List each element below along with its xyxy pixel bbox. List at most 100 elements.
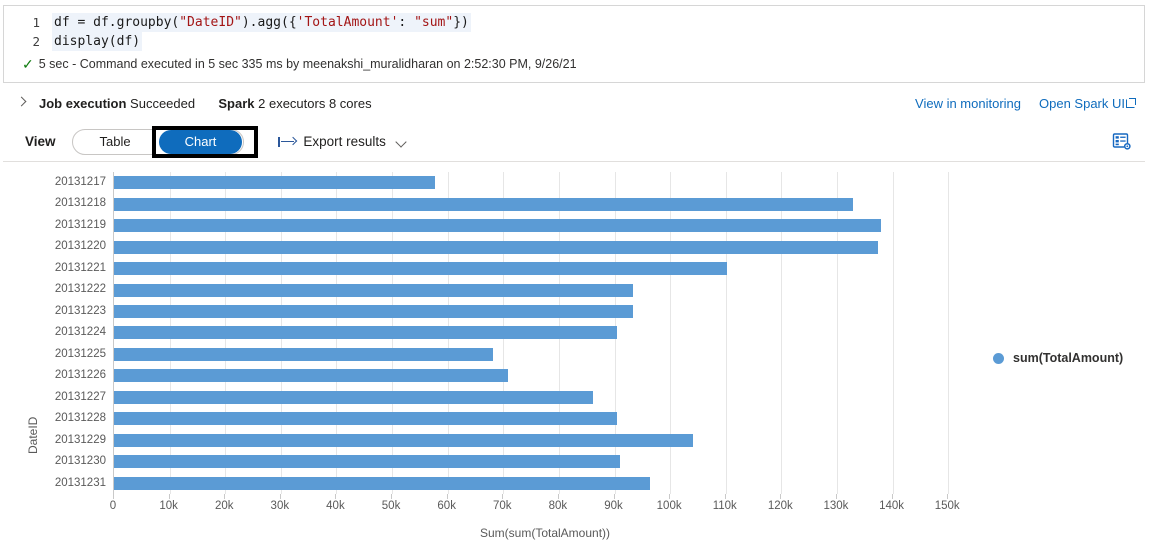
code-line: 2 display(df)	[4, 32, 1144, 51]
code-line-text: display(df)	[52, 32, 143, 51]
bar-row[interactable]	[114, 408, 976, 429]
job-bar-links: View in monitoring Open Spark UI	[915, 96, 1136, 111]
plot-area	[113, 172, 975, 494]
bar[interactable]	[114, 412, 617, 426]
chart-legend: sum(TotalAmount)	[993, 351, 1123, 365]
x-axis-tick-mark	[557, 494, 559, 499]
export-results-label: Export results	[303, 134, 386, 149]
legend-label: sum(TotalAmount)	[1013, 351, 1124, 365]
x-axis-tick-mark	[613, 494, 615, 499]
bar[interactable]	[114, 347, 494, 361]
y-axis-tick-label: 20131223	[54, 304, 106, 317]
bar-row[interactable]	[114, 344, 976, 365]
view-in-monitoring-link[interactable]: View in monitoring	[915, 96, 1021, 111]
x-axis-tick-mark	[780, 494, 782, 499]
x-axis-tick-label: 20k	[214, 500, 234, 512]
tab-chart[interactable]: Chart	[158, 129, 243, 154]
bar[interactable]	[114, 369, 508, 383]
bar[interactable]	[114, 326, 617, 340]
y-axis-tick-label: 20131217	[54, 176, 106, 188]
bar-row[interactable]	[114, 451, 976, 472]
bar-row[interactable]	[114, 473, 976, 494]
bar-row[interactable]	[114, 301, 976, 322]
bar[interactable]	[114, 305, 634, 319]
bar-row[interactable]	[114, 258, 976, 279]
view-label: View	[25, 134, 56, 149]
x-axis-tick-label: 140k	[879, 500, 905, 512]
bar-row[interactable]	[114, 387, 976, 408]
x-axis-tick-label: 30k	[270, 500, 290, 512]
chart-container: DateID 20131217 20131218 20131219 20131220 2…	[0, 164, 1151, 555]
arrow-head	[289, 136, 298, 146]
x-axis-tick-mark	[724, 494, 726, 499]
x-axis-tick-mark	[113, 494, 114, 499]
bar-row[interactable]	[114, 279, 976, 300]
bar[interactable]	[114, 283, 634, 297]
chart-settings-icon[interactable]	[1111, 131, 1133, 153]
y-axis-tick-label: 20131218	[54, 197, 106, 210]
x-axis-tick-mark	[224, 494, 226, 499]
x-axis-tick-mark	[168, 494, 170, 499]
bar-row[interactable]	[114, 193, 976, 214]
x-axis-tick-label: 90k	[604, 500, 623, 512]
chevron-down-icon[interactable]	[396, 136, 408, 148]
results-toolbar: View Table Chart Export results	[3, 122, 1145, 162]
code-token-string: "DateID"	[179, 15, 242, 30]
bar[interactable]	[114, 476, 651, 490]
bar-row[interactable]	[114, 430, 976, 451]
x-axis-tick-label: 130k	[823, 500, 849, 512]
job-execution-bar: Job execution Succeeded Spark 2 executor…	[3, 88, 1145, 118]
bar[interactable]	[114, 390, 593, 404]
code-token: })	[453, 15, 469, 30]
bar[interactable]	[114, 219, 881, 233]
bar[interactable]	[114, 197, 853, 211]
execution-status: ✓ 5 sec - Command executed in 5 sec 335 …	[4, 51, 1144, 71]
export-results-button[interactable]: Export results	[278, 134, 408, 149]
line-number: 2	[32, 34, 40, 49]
bar-row[interactable]	[114, 322, 976, 343]
bar-row[interactable]	[114, 236, 976, 257]
x-axis-title: Sum(sum(TotalAmount))	[479, 526, 611, 540]
check-icon: ✓	[22, 56, 34, 72]
bar[interactable]	[114, 433, 694, 447]
code-cell[interactable]: 1 df = df.groupby("DateID").agg({'TotalA…	[3, 5, 1145, 83]
bar[interactable]	[114, 262, 728, 276]
bar-row[interactable]	[114, 365, 976, 386]
engine-name: Spark	[218, 95, 255, 111]
execution-status-text: 5 sec - Command executed in 5 sec 335 ms…	[38, 57, 577, 71]
x-axis-tick-label: 70k	[493, 500, 512, 512]
code-line-text: df = df.groupby("DateID").agg({'TotalAmo…	[52, 13, 471, 32]
y-axis-tick-label: 20131225	[54, 347, 106, 360]
x-axis-tick-mark	[891, 494, 893, 499]
y-axis-tick-label: 20131226	[54, 369, 106, 382]
bar[interactable]	[114, 455, 621, 469]
y-axis-tick-label: 20131221	[54, 261, 106, 274]
bar-row[interactable]	[114, 172, 976, 193]
bar-row[interactable]	[114, 215, 976, 236]
x-axis-tick-mark	[835, 494, 837, 499]
open-spark-ui-link[interactable]: Open Spark UI	[1039, 96, 1136, 111]
bar[interactable]	[114, 240, 879, 254]
bar[interactable]	[114, 176, 436, 190]
tab-table[interactable]: Table	[74, 130, 157, 154]
x-axis-tick-label: 80k	[548, 500, 568, 512]
view-toggle[interactable]: Table Chart	[71, 128, 245, 155]
y-axis-tick-label: 20131229	[54, 433, 106, 446]
engine-detail: 2 executors 8 cores	[258, 95, 372, 111]
export-icon	[278, 136, 298, 148]
code-editor[interactable]: 1 df = df.groupby("DateID").agg({'TotalA…	[4, 6, 1144, 51]
chevron-right-icon[interactable]	[15, 96, 29, 110]
y-axis-tick-label: 20131228	[54, 412, 106, 425]
x-axis-tick-label: 50k	[381, 500, 401, 512]
job-execution-summary: Job execution Succeeded Spark 2 executor…	[39, 96, 372, 111]
x-axis-tick-label: 60k	[437, 500, 456, 512]
y-axis-tick-label: 20131220	[54, 240, 106, 253]
job-execution-title: Job execution	[39, 95, 127, 111]
y-axis-tick-label: 20131231	[54, 476, 106, 489]
x-axis-tick-mark	[446, 494, 448, 499]
y-axis-tick-label: 20131219	[54, 218, 106, 231]
notebook-result-panel: 1 df = df.groupby("DateID").agg({'TotalA…	[0, 0, 1151, 555]
x-axis-tick-label: 150k	[934, 500, 960, 512]
x-axis-tick-mark	[669, 494, 671, 499]
code-token: :	[398, 15, 415, 30]
